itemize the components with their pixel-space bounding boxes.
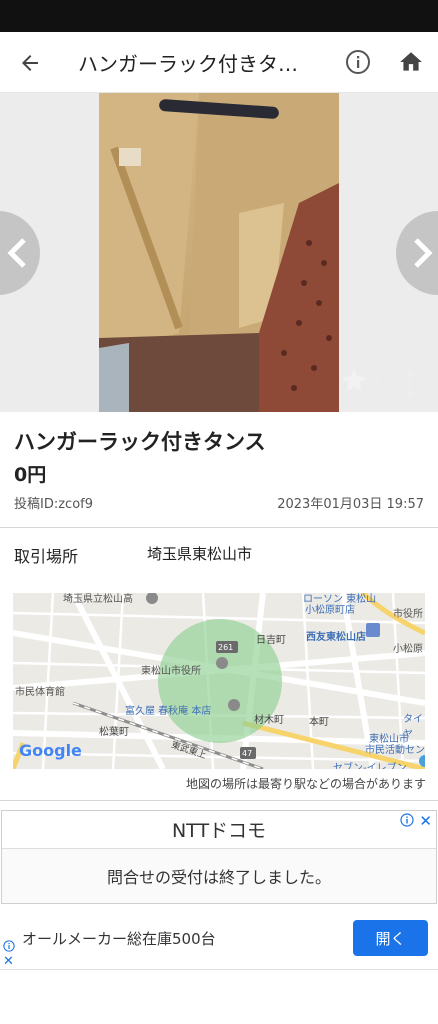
- chevron-left-icon: [7, 238, 26, 268]
- app-bar: ハンガーラック付きタ…: [0, 32, 438, 93]
- ad-info-icon[interactable]: [3, 940, 15, 952]
- map-label: 小松原町店: [305, 605, 355, 616]
- arrow-left-icon: [22, 55, 38, 71]
- ad-banner-docomo[interactable]: NTTドコモ 問合せの受付は終了しました。 ✕: [1, 810, 437, 904]
- ad-close-icon[interactable]: ✕: [3, 954, 14, 969]
- more-options-button[interactable]: [400, 369, 420, 399]
- ad-banner-car[interactable]: オールメーカー総在庫500台 開く ✕: [0, 906, 438, 970]
- post-id: 投稿ID:zcof9: [14, 497, 93, 512]
- ad-close-icon[interactable]: ✕: [419, 812, 432, 830]
- map-label: 261: [218, 643, 234, 652]
- map-label: 富久屋 春秋庵 本店: [125, 706, 212, 717]
- back-button[interactable]: [14, 47, 46, 79]
- page-title: ハンガーラック付きタ…: [78, 52, 298, 76]
- star-icon: [341, 368, 367, 392]
- item-price: 0円: [14, 464, 47, 486]
- map-label: 47: [242, 749, 253, 758]
- ad-text: オールメーカー総在庫500台: [22, 930, 216, 948]
- map-label: 材木町: [254, 715, 284, 726]
- map-label: 市役所: [393, 609, 423, 620]
- map-label: 小松原: [393, 644, 423, 655]
- home-icon: [400, 52, 422, 71]
- ad-info-icon[interactable]: [400, 813, 414, 827]
- map-label: 松葉町: [99, 727, 129, 738]
- map-label: 埼玉県立松山高: [63, 594, 133, 605]
- chevron-right-icon: [414, 238, 433, 268]
- status-bar: [0, 0, 438, 32]
- location-map[interactable]: 261 47 埼玉県立松山高 ローソン 東松山 小松原町店 市役所 日吉町 西友…: [13, 593, 425, 769]
- prev-photo-button[interactable]: [0, 211, 40, 295]
- item-title: ハンガーラック付きタンス: [14, 430, 266, 454]
- home-button[interactable]: [396, 47, 426, 77]
- more-vert-icon: [407, 371, 413, 397]
- map-label: 東松山市役所: [141, 666, 201, 677]
- info-button[interactable]: [343, 47, 373, 77]
- location-label: 取引場所: [14, 547, 79, 566]
- map-label: セブン-イレブン: [333, 763, 407, 769]
- ad-message: 問合せの受付は終了しました。: [106, 868, 331, 887]
- map-label: 本町: [309, 717, 329, 728]
- divider: [0, 800, 438, 801]
- info-circle-icon: [346, 50, 370, 74]
- divider: [0, 527, 438, 528]
- post-date: 2023年01月03日 19:57: [277, 497, 424, 512]
- map-label: 市民体育館: [15, 687, 65, 698]
- ad-open-button[interactable]: 開く: [353, 920, 428, 956]
- item-photo: [99, 93, 339, 412]
- location-value: 埼玉県東松山市: [147, 545, 253, 563]
- favorite-count: 2: [371, 376, 380, 392]
- map-note: 地図の場所は最寄り駅などの場合があります: [185, 777, 426, 791]
- map-label: 西友東松山店: [306, 632, 366, 643]
- next-photo-button[interactable]: [396, 211, 438, 295]
- ad-brand: NTTドコモ: [2, 811, 436, 849]
- favorite-button[interactable]: 2: [340, 365, 384, 395]
- photo-gallery[interactable]: 2: [0, 93, 438, 412]
- map-label: 市民活動セン: [365, 745, 425, 756]
- google-logo: Google: [19, 741, 82, 760]
- map-label: 日吉町: [256, 635, 286, 646]
